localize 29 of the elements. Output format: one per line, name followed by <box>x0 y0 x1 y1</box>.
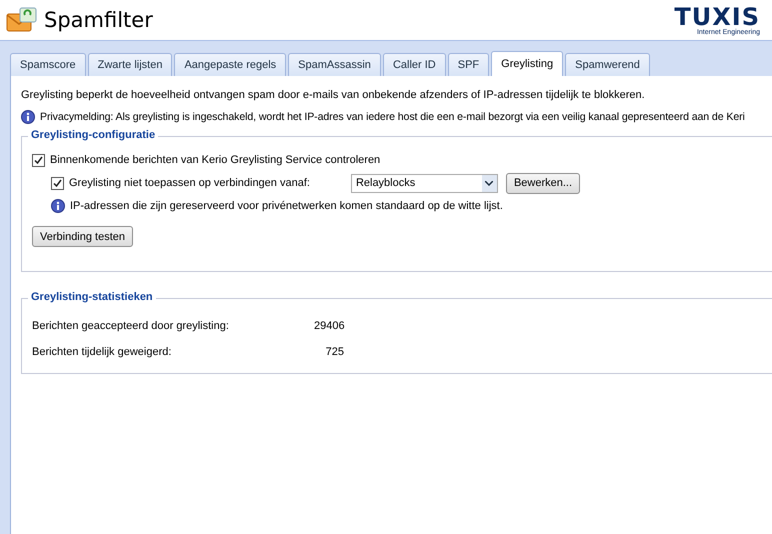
tab[interactable]: Caller ID <box>382 53 446 76</box>
privacy-notice: Privacymelding: Als greylisting is ingeschakeld, wordt het IP-adres van iedere host die een e-mail bezorgt via een veilig kanaal gepresenteerd aan de Keri <box>40 111 745 123</box>
checkbox-label: Binnenkomende berichten van Kerio Greylisting Service controleren <box>50 154 380 166</box>
edit-button[interactable]: Bewerken... <box>506 172 580 194</box>
info-icon <box>51 199 65 213</box>
test-connection-button[interactable]: Verbinding testen <box>32 226 134 247</box>
checkbox[interactable] <box>32 154 45 166</box>
tab[interactable]: Spamwerend <box>565 53 650 76</box>
tab[interactable]: SpamAssassin <box>288 53 381 76</box>
checkbox-label: Greylisting niet toepassen op verbindingen vanaf: <box>69 177 310 189</box>
tab[interactable]: Zwarte lijsten <box>88 53 172 76</box>
tab[interactable]: SPF <box>448 53 490 76</box>
relay-dropdown[interactable]: Relayblocks <box>350 174 498 192</box>
caret-icon <box>485 180 494 186</box>
tab[interactable]: Greylisting <box>491 51 564 76</box>
stat-label: Berichten tijdelijk geweigerd: <box>32 346 172 358</box>
info-icon <box>21 110 35 124</box>
stat-label: Berichten geaccepteerd door greylisting: <box>32 320 230 332</box>
tab[interactable]: Aangepaste regels <box>174 53 286 76</box>
section-title: Greylisting-configuratie <box>28 129 158 141</box>
stat-value: 725 <box>324 346 344 358</box>
envelope-icon <box>6 7 38 33</box>
tab[interactable]: Spamscore <box>10 53 86 76</box>
page-title: Spamfilter <box>44 8 153 32</box>
info-text: IP-adressen die zijn gereserveerd voor privénetwerken komen standaard op de witte lijst. <box>70 200 503 212</box>
checkbox[interactable] <box>51 176 64 190</box>
description-text: Greylisting beperkt de hoeveelheid ontvangen spam door e-mails van onbekende afzenders of IP-adressen tijdelijk te blokkeren. <box>21 88 646 103</box>
section-title: Greylisting-statistieken <box>28 291 156 303</box>
stat-value: 29406 <box>314 320 344 332</box>
